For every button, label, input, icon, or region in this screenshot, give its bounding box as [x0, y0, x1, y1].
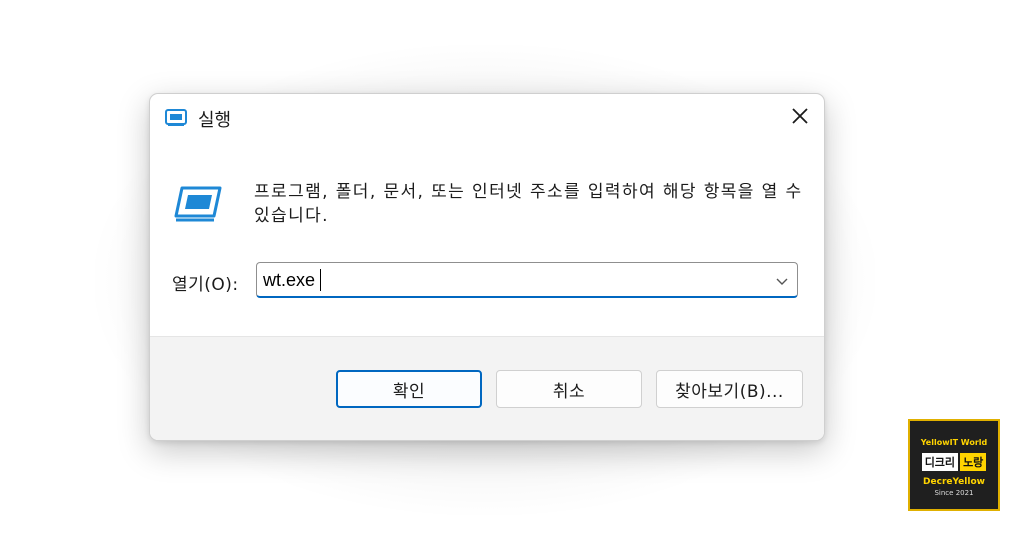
- text-caret: [320, 269, 321, 291]
- cancel-button[interactable]: 취소: [496, 370, 642, 408]
- button-bar: 확인 취소 찾아보기(B)...: [150, 336, 824, 440]
- watermark-name: DecreYellow: [923, 477, 985, 487]
- watermark-badges: 디크리 노랑: [910, 453, 998, 471]
- watermark-left-badge: 디크리: [921, 453, 959, 471]
- run-icon: [172, 184, 224, 224]
- run-icon: [164, 109, 188, 127]
- open-input[interactable]: wt.exe: [263, 270, 315, 291]
- close-icon: [791, 107, 809, 129]
- dialog-title: 실행: [198, 110, 232, 131]
- watermark-top: YellowIT World: [920, 438, 988, 447]
- run-dialog: 실행 프로그램, 폴더, 문서, 또는 인터넷 주소를 입력하여 해당 항목을 …: [149, 93, 825, 441]
- dialog-content: 프로그램, 폴더, 문서, 또는 인터넷 주소를 입력하여 해당 항목을 열 수…: [150, 144, 824, 336]
- ok-button[interactable]: 확인: [336, 370, 482, 408]
- browse-button[interactable]: 찾아보기(B)...: [656, 370, 803, 408]
- title-bar[interactable]: 실행: [150, 94, 824, 144]
- close-button[interactable]: [780, 98, 820, 138]
- watermark-since: Since 2021: [934, 489, 974, 497]
- open-label: 열기(O):: [172, 275, 239, 295]
- watermark-logo: YellowIT World 디크리 노랑 DecreYellow Since …: [908, 419, 1000, 511]
- watermark-right-badge: 노랑: [960, 453, 987, 471]
- dialog-description: 프로그램, 폴더, 문서, 또는 인터넷 주소를 입력하여 해당 항목을 열 수…: [254, 182, 803, 226]
- chevron-down-icon[interactable]: [775, 273, 789, 287]
- open-combobox[interactable]: wt.exe: [256, 262, 798, 298]
